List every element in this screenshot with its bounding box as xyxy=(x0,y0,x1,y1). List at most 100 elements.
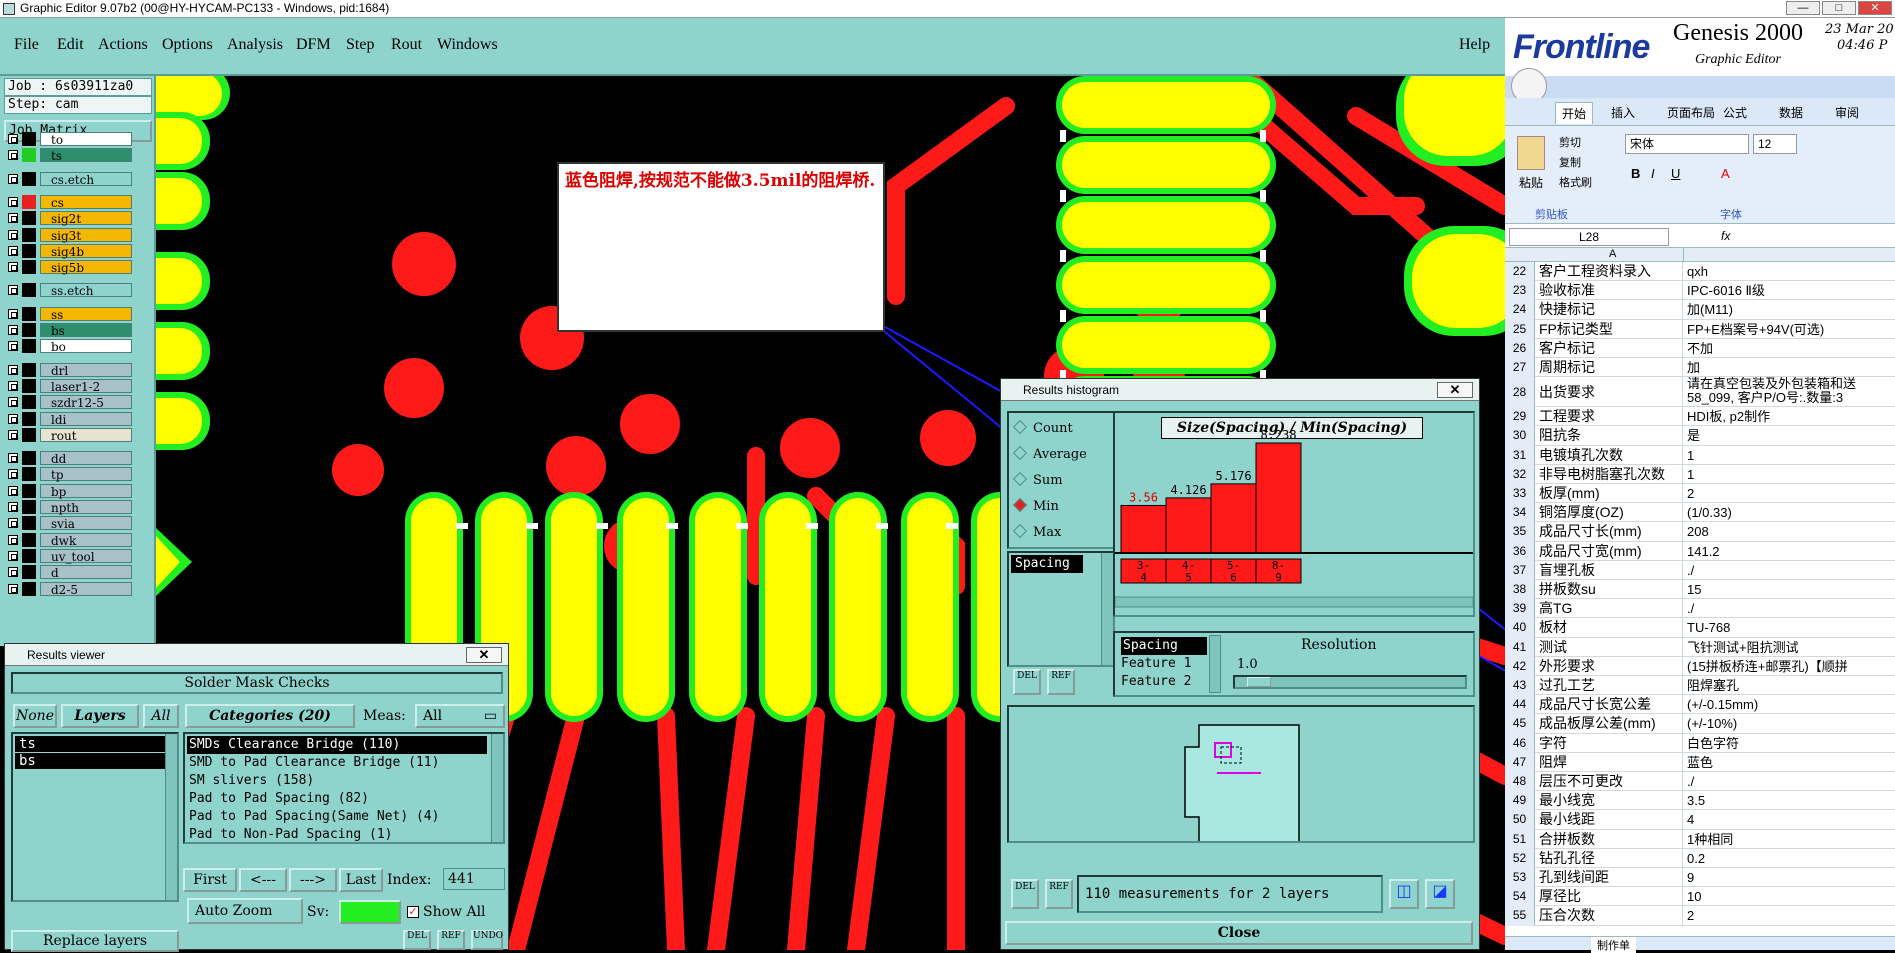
option-max[interactable]: Max xyxy=(1012,523,1061,543)
layer-checkbox[interactable] xyxy=(8,534,18,545)
name-box[interactable]: L28 xyxy=(1509,228,1669,246)
sheet-row[interactable]: 44 成品尺寸长宽公差 (+/-0.15mm) xyxy=(1505,695,1895,715)
layer-checkbox[interactable] xyxy=(8,341,18,352)
sheet-row[interactable]: 23 验收标准 IPC-6016 Ⅱ级 xyxy=(1505,281,1895,301)
layer-checkbox[interactable] xyxy=(8,245,18,256)
layer-checkbox[interactable] xyxy=(8,583,18,594)
scrollbar[interactable] xyxy=(165,734,177,900)
row-number[interactable]: 44 xyxy=(1505,695,1535,715)
row-number[interactable]: 28 xyxy=(1505,377,1535,408)
layer-row-cs[interactable]: cs xyxy=(8,194,132,210)
layer-checkbox[interactable] xyxy=(8,518,18,529)
cell-a[interactable]: 成品尺寸长(mm) xyxy=(1539,522,1683,542)
del-button[interactable]: DEL xyxy=(1013,669,1041,695)
option-average[interactable]: Average xyxy=(1012,445,1087,465)
layer-checkbox[interactable] xyxy=(8,229,18,240)
option-count[interactable]: Count xyxy=(1012,419,1073,439)
italic-button[interactable]: I xyxy=(1651,166,1655,181)
layer-row-sig2t[interactable]: sig2t xyxy=(8,211,132,226)
cell-b[interactable]: (+/-0.15mm) xyxy=(1687,695,1895,714)
option-sum[interactable]: Sum xyxy=(1012,471,1063,491)
menu-dfm[interactable]: DFM xyxy=(296,36,331,54)
layer-row-drl[interactable]: drl xyxy=(8,362,132,378)
cell-b[interactable]: FP+E档案号+94V(可选) xyxy=(1687,320,1895,339)
maximize-button[interactable]: □ xyxy=(1822,1,1856,15)
menu-step[interactable]: Step xyxy=(346,36,374,54)
layer-row-dd[interactable]: dd xyxy=(8,451,132,466)
auto-zoom-select[interactable]: Auto Zoom xyxy=(187,898,303,924)
format-painter-button[interactable]: 格式刷 xyxy=(1559,174,1592,190)
row-number[interactable]: 47 xyxy=(1505,752,1535,772)
font-size-select[interactable]: 12 xyxy=(1753,134,1797,154)
cell-b[interactable]: 10 xyxy=(1687,887,1895,906)
cell-b[interactable]: ./ xyxy=(1687,772,1895,791)
row-number[interactable]: 26 xyxy=(1505,338,1535,358)
row-number[interactable]: 40 xyxy=(1505,618,1535,638)
scrollbar[interactable] xyxy=(1101,553,1113,665)
cell-b[interactable]: qxh xyxy=(1687,262,1895,281)
cell-a[interactable]: 非导电树脂塞孔次数 xyxy=(1539,464,1683,484)
layer-name[interactable]: sig4b xyxy=(40,243,132,259)
cell-b[interactable]: (15拼板桥连+邮票孔)【顺拼 xyxy=(1687,657,1895,676)
cell-a[interactable]: 铜箔厚度(OZ) xyxy=(1539,503,1683,523)
layer-color-swatch[interactable] xyxy=(22,211,36,226)
layer-name[interactable]: cs xyxy=(40,194,132,210)
cell-a[interactable]: 工程要求 xyxy=(1539,407,1683,427)
cell-a[interactable]: 板厚(mm) xyxy=(1539,484,1683,504)
last-button[interactable]: Last xyxy=(339,868,383,892)
layer-color-swatch[interactable] xyxy=(22,194,36,209)
cell-a[interactable]: 最小线宽 xyxy=(1539,791,1683,811)
layer-checkbox[interactable] xyxy=(8,308,18,319)
layer-checkbox[interactable] xyxy=(8,485,18,496)
layer-color-swatch[interactable] xyxy=(22,500,36,514)
layer-name[interactable]: d xyxy=(40,565,132,580)
layer-checkbox[interactable] xyxy=(8,364,18,375)
cell-b[interactable]: 阻焊塞孔 xyxy=(1687,676,1895,695)
layer-name[interactable]: cs.etch xyxy=(40,171,132,187)
layer-name[interactable]: ts xyxy=(40,148,132,163)
layer-color-swatch[interactable] xyxy=(22,532,36,547)
sheet-row[interactable]: 33 板厚(mm) 2 xyxy=(1505,484,1895,504)
copy-button[interactable]: 复制 xyxy=(1559,154,1581,170)
layer-row-npth[interactable]: npth xyxy=(8,500,132,515)
sheet-row[interactable]: 52 钻孔孔径 0.2 xyxy=(1505,848,1895,868)
cell-b[interactable]: IPC-6016 Ⅱ级 xyxy=(1687,281,1895,300)
next-button[interactable]: ---> xyxy=(289,868,337,892)
layer-checkbox[interactable] xyxy=(8,397,18,408)
row-number[interactable]: 48 xyxy=(1505,772,1535,792)
layer-color-swatch[interactable] xyxy=(22,378,36,393)
del-button-2[interactable]: DEL xyxy=(1011,879,1039,909)
none-button[interactable]: None xyxy=(13,704,57,728)
layer-color-swatch[interactable] xyxy=(22,467,36,482)
layer-name[interactable]: bp xyxy=(40,483,132,499)
cell-a[interactable]: 客户标记 xyxy=(1539,338,1683,358)
layer-row-d[interactable]: d xyxy=(8,565,132,580)
menu-rout[interactable]: Rout xyxy=(391,36,422,54)
option-min[interactable]: Min xyxy=(1012,497,1059,517)
sheet-row[interactable]: 53 孔到线间距 9 xyxy=(1505,868,1895,888)
row-number[interactable]: 53 xyxy=(1505,868,1535,888)
row-number[interactable]: 50 xyxy=(1505,810,1535,830)
minimize-button[interactable]: — xyxy=(1786,1,1820,15)
cell-a[interactable]: 快捷标记 xyxy=(1539,300,1683,320)
layer-color-swatch[interactable] xyxy=(22,427,36,442)
layer-checkbox[interactable] xyxy=(8,285,18,296)
ref-button-2[interactable]: REF xyxy=(1045,879,1073,909)
col-a-header[interactable]: A xyxy=(1609,248,1616,260)
layer-row-uv_tool[interactable]: uv_tool xyxy=(8,548,132,564)
sheet-row[interactable]: 51 合拼板数 1种相同 xyxy=(1505,829,1895,849)
histogram-bar[interactable] xyxy=(1255,442,1302,554)
sheet-row[interactable]: 42 外形要求 (15拼板桥连+邮票孔)【顺拼 xyxy=(1505,656,1895,676)
cell-b[interactable]: 2 xyxy=(1687,484,1895,503)
cell-b[interactable]: 不加 xyxy=(1687,339,1895,358)
list-item-spacing[interactable]: Spacing xyxy=(1011,555,1083,573)
row-number[interactable]: 49 xyxy=(1505,791,1535,811)
cut-button[interactable]: 剪切 xyxy=(1559,134,1581,150)
row-number[interactable]: 55 xyxy=(1505,906,1535,926)
layer-row-ts[interactable]: ts xyxy=(8,148,132,163)
row-number[interactable]: 37 xyxy=(1505,560,1535,580)
cell-a[interactable]: 最小线距 xyxy=(1539,810,1683,830)
layer-checkbox[interactable] xyxy=(8,453,18,464)
row-number[interactable]: 33 xyxy=(1505,484,1535,504)
layer-color-swatch[interactable] xyxy=(22,411,36,426)
